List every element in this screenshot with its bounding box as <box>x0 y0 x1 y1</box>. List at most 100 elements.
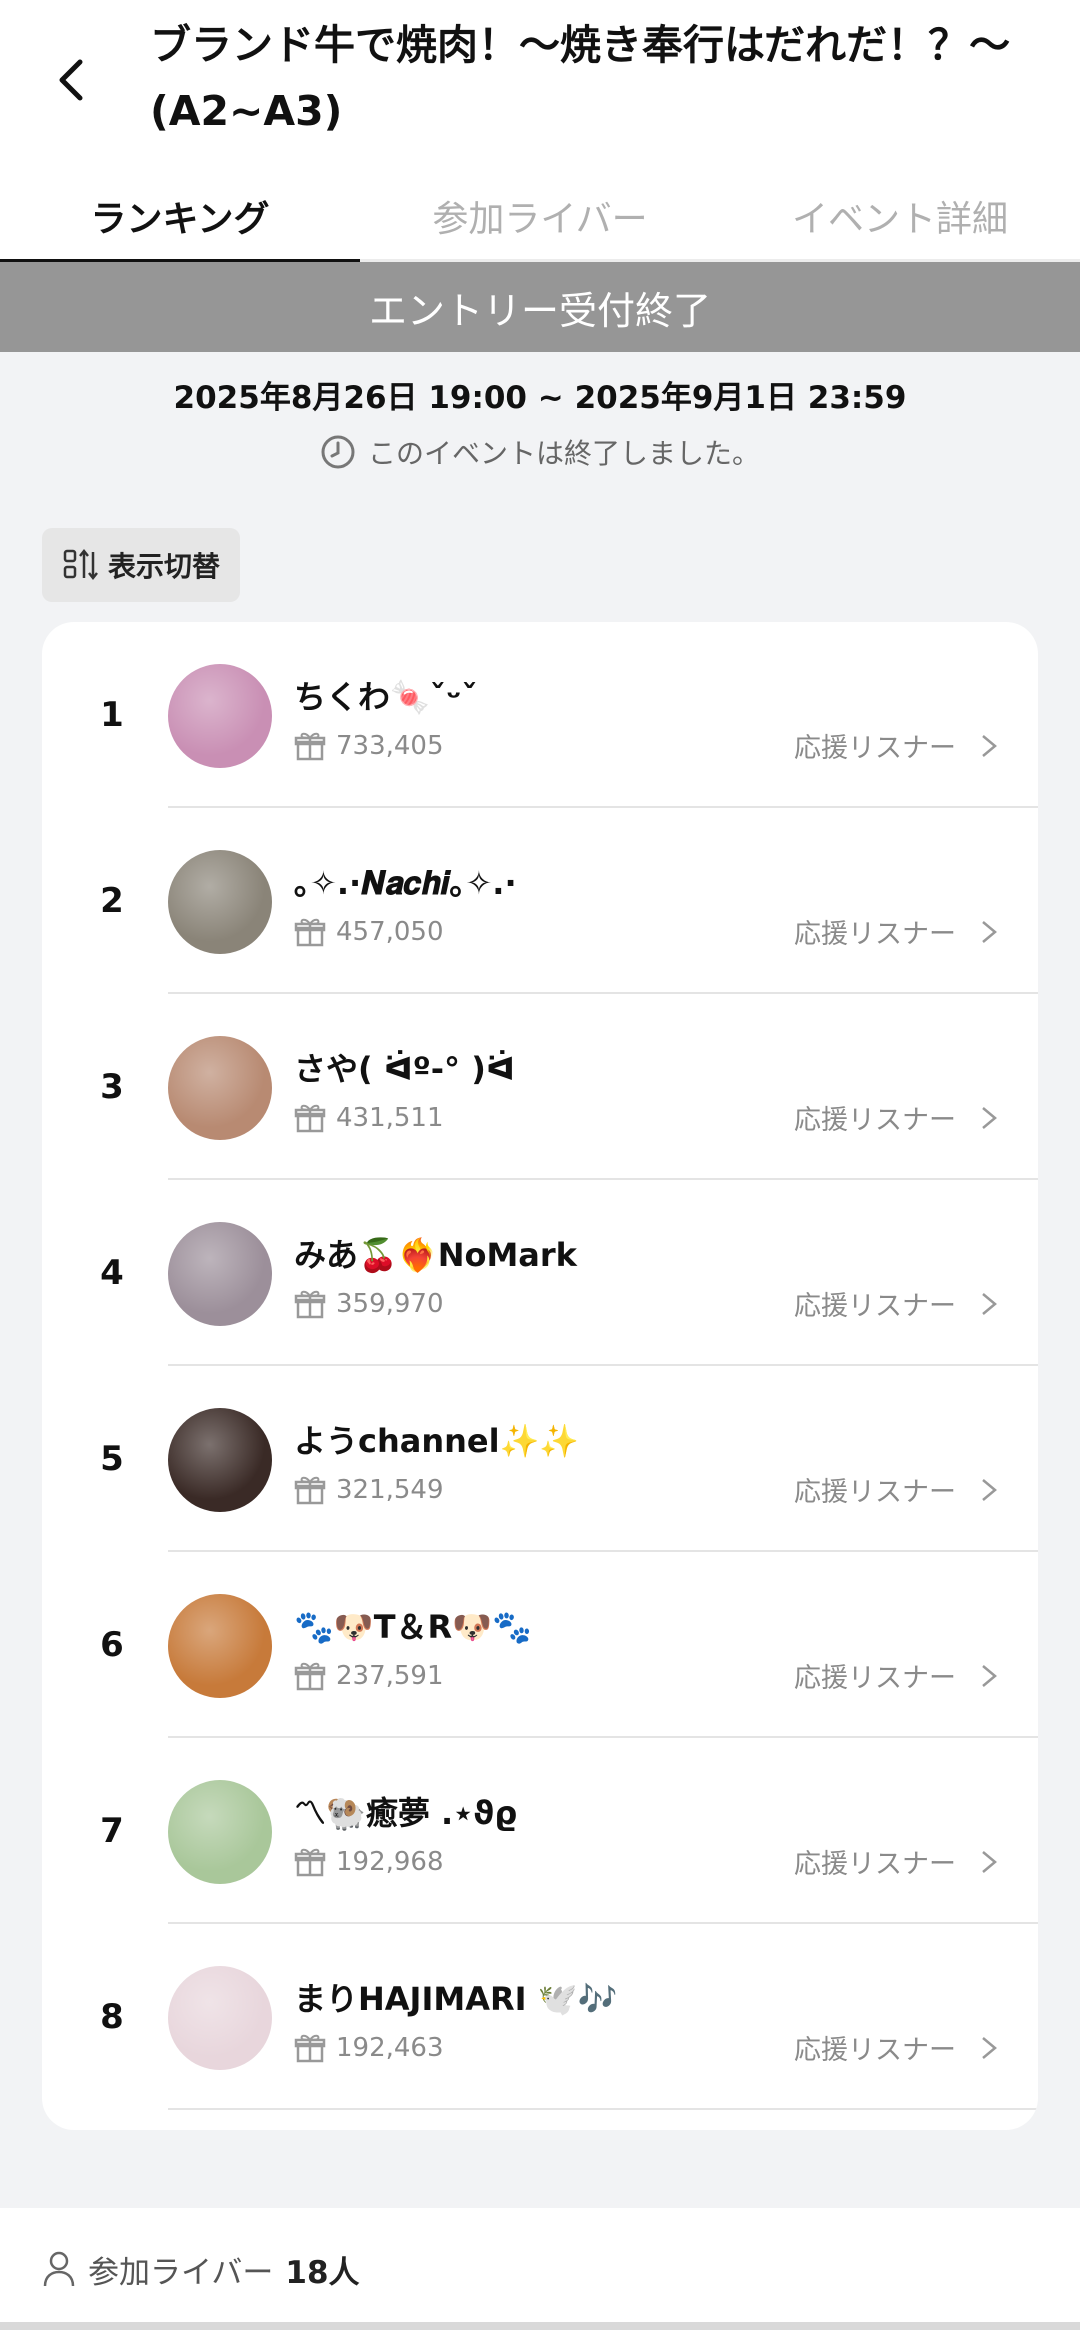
tab-participants[interactable]: 参加ライバー <box>360 170 720 262</box>
supporters-link[interactable]: 応援リスナー <box>794 1098 998 1137</box>
points: 431,511 <box>294 1102 444 1134</box>
avatar[interactable] <box>168 1222 272 1326</box>
points-value: 237,591 <box>336 1661 444 1691</box>
chevron-right-icon <box>982 734 997 757</box>
tab-ranking[interactable]: ランキング <box>0 170 360 265</box>
avatar[interactable] <box>168 850 272 954</box>
supporters-label: 応援リスナー <box>794 1477 956 1508</box>
liver-name: ようchannel✨✨ <box>294 1422 580 1460</box>
gift-icon <box>294 1476 326 1505</box>
points-value: 359,970 <box>336 1289 444 1319</box>
supporters-link[interactable]: 応援リスナー <box>794 1656 998 1695</box>
avatar[interactable] <box>168 1036 272 1140</box>
points: 733,405 <box>294 730 444 762</box>
participants-footer[interactable]: 参加ライバー 18人 <box>0 2208 1080 2330</box>
rank-number: 7 <box>100 1811 124 1851</box>
rank-number: 1 <box>100 695 124 735</box>
supporters-link[interactable]: 応援リスナー <box>794 1470 998 1509</box>
user-icon <box>43 2251 75 2287</box>
gift-icon <box>294 1662 326 1691</box>
back-button[interactable] <box>40 40 104 120</box>
supporters-link[interactable]: 応援リスナー <box>794 1842 998 1881</box>
points-value: 457,050 <box>336 917 444 947</box>
rank-number: 6 <box>100 1625 124 1665</box>
ranking-list: 1 ちくわ🍬ˇᵕˇ 733,405 応援リスナー 2 ｡✧.·𝑵𝒂𝒄𝒉𝒊｡✧.· <box>42 622 1038 2130</box>
supporters-label: 応援リスナー <box>794 919 956 950</box>
tab-bar: ランキング 参加ライバー イベント詳細 <box>0 170 1080 265</box>
ranking-row[interactable]: 1 ちくわ🍬ˇᵕˇ 733,405 応援リスナー <box>42 622 1038 808</box>
chevron-right-icon <box>982 1850 997 1873</box>
points: 192,463 <box>294 2032 444 2064</box>
gift-icon <box>294 918 326 947</box>
points: 457,050 <box>294 916 444 948</box>
supporters-label: 応援リスナー <box>794 733 956 764</box>
supporters-link[interactable]: 応援リスナー <box>794 912 998 951</box>
tab-event-details[interactable]: イベント詳細 <box>720 170 1080 262</box>
points-value: 321,549 <box>336 1475 444 1505</box>
app-header: ブランド牛で焼肉！〜焼き奉行はだれだ！？〜 (A2~A3) ランキング 参加ライ… <box>0 0 1080 265</box>
gift-icon <box>294 2034 326 2063</box>
liver-name: ちくわ🍬ˇᵕˇ <box>294 678 478 716</box>
points: 359,970 <box>294 1288 444 1320</box>
chevron-right-icon <box>982 1664 997 1687</box>
points-value: 431,511 <box>336 1103 444 1133</box>
bottom-edge <box>0 2322 1080 2330</box>
avatar[interactable] <box>168 1966 272 2070</box>
entry-closed-banner: エントリー受付終了 <box>0 262 1080 352</box>
event-period: 2025年8月26日 19:00 ~ 2025年9月1日 23:59 <box>173 380 907 416</box>
supporters-label: 応援リスナー <box>794 1849 956 1880</box>
page-title: ブランド牛で焼肉！〜焼き奉行はだれだ！？〜 (A2~A3) <box>150 21 1011 135</box>
chevron-right-icon <box>982 1292 997 1315</box>
supporters-link[interactable]: 応援リスナー <box>794 2028 998 2067</box>
avatar[interactable] <box>168 664 272 768</box>
liver-name: 🐾🐶T＆R🐶🐾 <box>294 1608 532 1646</box>
event-status-text: このイベントは終了しました。 <box>367 437 760 470</box>
rank-number: 5 <box>100 1439 124 1479</box>
supporters-label: 応援リスナー <box>794 1663 956 1694</box>
supporters-label: 応援リスナー <box>794 1291 956 1322</box>
ranking-row[interactable]: 6 🐾🐶T＆R🐶🐾 237,591 応援リスナー <box>42 1552 1038 1738</box>
points: 192,968 <box>294 1846 444 1878</box>
liver-name: 〽︎🐏癒夢 .⋆ϑϱ <box>294 1794 518 1832</box>
ranking-row[interactable]: 7 〽︎🐏癒夢 .⋆ϑϱ 192,968 応援リスナー <box>42 1738 1038 1924</box>
gift-icon <box>294 1290 326 1319</box>
chevron-left-icon <box>59 59 83 101</box>
supporters-link[interactable]: 応援リスナー <box>794 1284 998 1323</box>
ranking-row[interactable]: 3 さや( ᐛº-° )ᐛ 431,511 応援リスナー <box>42 994 1038 1180</box>
liver-name: まりHAJIMARI 🕊️🎶 <box>294 1980 618 2018</box>
ranking-row[interactable]: 8 まりHAJIMARI 🕊️🎶 192,463 応援リスナー <box>42 1924 1038 2110</box>
liver-name: みあ🍒❤️‍🔥NoMark <box>294 1236 577 1274</box>
supporters-link[interactable]: 応援リスナー <box>794 726 998 765</box>
clock-icon <box>321 435 355 469</box>
points: 321,549 <box>294 1474 444 1506</box>
points-value: 192,968 <box>336 1847 444 1877</box>
display-toggle-label: 表示切替 <box>107 550 220 583</box>
rank-number: 3 <box>100 1067 124 1107</box>
rank-number: 4 <box>100 1253 124 1293</box>
ranking-row[interactable]: 2 ｡✧.·𝑵𝒂𝒄𝒉𝒊｡✧.· 457,050 応援リスナー <box>42 808 1038 994</box>
event-status: このイベントは終了しました。 <box>0 432 1080 472</box>
liver-name: さや( ᐛº-° )ᐛ <box>294 1050 515 1088</box>
ranking-row[interactable]: 5 ようchannel✨✨ 321,549 応援リスナー <box>42 1366 1038 1552</box>
chevron-right-icon <box>982 2036 997 2059</box>
participants-label: 参加ライバー <box>88 2254 274 2291</box>
ranking-row[interactable]: 4 みあ🍒❤️‍🔥NoMark 359,970 応援リスナー <box>42 1180 1038 1366</box>
points-value: 733,405 <box>336 731 444 761</box>
gift-icon <box>294 1104 326 1133</box>
sort-toggle-icon <box>63 548 98 581</box>
points-value: 192,463 <box>336 2033 444 2063</box>
rank-number: 2 <box>100 881 124 921</box>
avatar[interactable] <box>168 1780 272 1884</box>
participants-count: 18人 <box>285 2254 360 2291</box>
display-toggle-button[interactable]: 表示切替 <box>42 528 240 602</box>
supporters-label: 応援リスナー <box>794 2035 956 2066</box>
divider <box>168 2108 1038 2110</box>
points: 237,591 <box>294 1660 444 1692</box>
chevron-right-icon <box>982 1478 997 1501</box>
chevron-right-icon <box>982 920 997 943</box>
supporters-label: 応援リスナー <box>794 1105 956 1136</box>
liver-name: ｡✧.·𝑵𝒂𝒄𝒉𝒊｡✧.· <box>294 864 517 902</box>
avatar[interactable] <box>168 1408 272 1512</box>
gift-icon <box>294 1848 326 1877</box>
avatar[interactable] <box>168 1594 272 1698</box>
